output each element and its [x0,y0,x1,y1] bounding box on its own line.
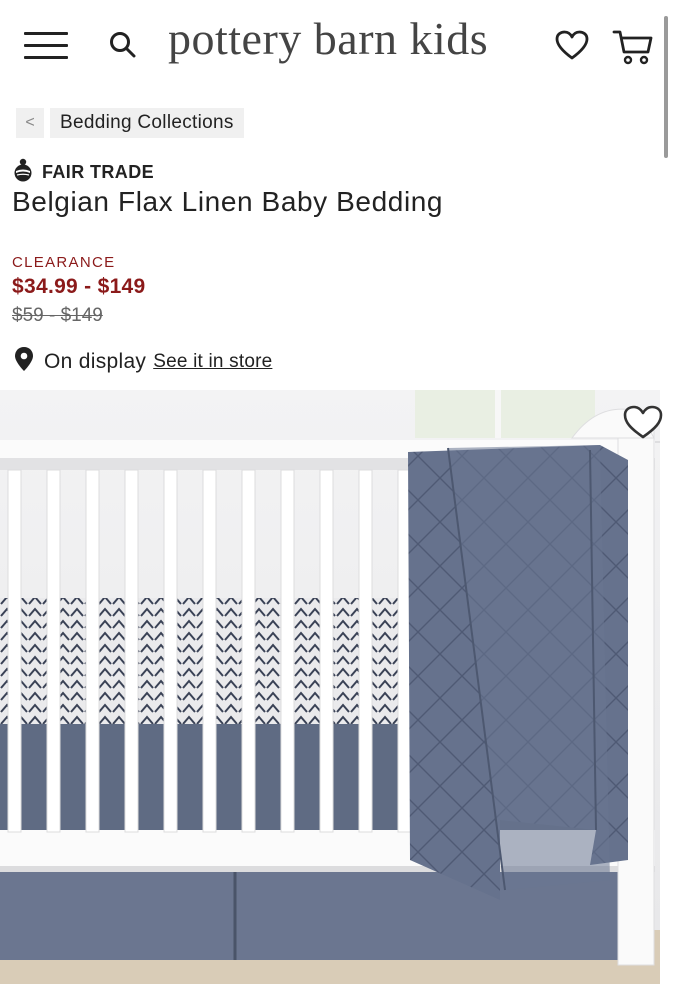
clearance-tag: CLEARANCE [12,254,116,271]
heart-icon[interactable] [555,30,589,62]
product-image[interactable] [0,390,660,984]
page-scrollbar[interactable] [664,16,668,158]
heart-outline-icon[interactable] [622,404,664,442]
breadcrumb: < Bedding Collections [16,108,244,138]
breadcrumb-back-button[interactable]: < [16,108,44,138]
fair-trade-badge: FAIR TRADE [12,158,154,187]
product-title: Belgian Flax Linen Baby Bedding [12,186,444,217]
location-pin-icon [14,346,34,377]
breadcrumb-link-bedding-collections[interactable]: Bedding Collections [50,108,244,138]
site-header: pottery barn kids [0,0,674,92]
fair-trade-label: FAIR TRADE [42,162,154,182]
site-logo[interactable]: pottery barn kids [168,12,488,65]
hamburger-menu-icon[interactable] [24,30,68,60]
sale-price: $34.99 - $149 [12,275,146,298]
search-icon[interactable] [108,30,138,60]
availability-text: On display [44,349,147,373]
shopping-cart-icon[interactable] [612,28,654,66]
fair-trade-icon [12,158,34,187]
availability-row: On display See it in store [14,346,272,377]
original-price: $59 - $149 [12,305,103,326]
see-it-in-store-link[interactable]: See it in store [153,351,272,373]
